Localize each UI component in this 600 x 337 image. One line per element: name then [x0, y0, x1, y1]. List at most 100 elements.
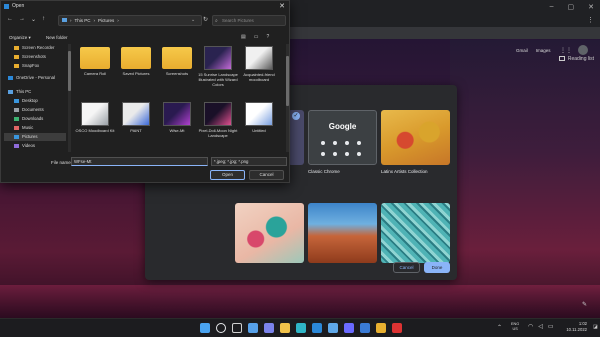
images-link[interactable]: Images [536, 48, 551, 53]
new-folder-button[interactable]: New folder [46, 35, 68, 40]
chevron-up-icon[interactable]: ⌃ [497, 324, 502, 331]
nav-item-snapfox[interactable]: SnapFox [4, 62, 66, 70]
preview-pane-icon[interactable]: ▭ [254, 34, 259, 40]
nav-item-videos[interactable]: Videos [4, 142, 66, 150]
recent-locations-icon[interactable]: ⌄ [31, 16, 36, 23]
windows-start-icon[interactable] [200, 323, 210, 333]
file-open-dialog: Open ✕ ← → ⌄ ↑ › This PC › Pictures › ⌄ … [0, 0, 290, 183]
file-name: Screenshots [165, 71, 189, 76]
file-item[interactable]: Untitled [239, 101, 279, 145]
cancel-button[interactable]: Cancel [249, 170, 284, 180]
classic-chrome-tile[interactable]: Google [308, 110, 377, 165]
language-indicator[interactable]: ENG US [511, 322, 519, 332]
back-arrow-icon[interactable]: ← [7, 16, 13, 23]
nav-item-label: Screenshots [22, 54, 46, 59]
background-tile-arch[interactable] [308, 203, 377, 263]
gmail-link[interactable]: Gmail [516, 48, 528, 53]
notes-icon[interactable] [344, 323, 354, 333]
nav-item-this-pc[interactable]: This PC [4, 88, 66, 96]
apps-grid-icon[interactable]: ⋮⋮ [560, 47, 572, 54]
file-explorer-icon[interactable] [280, 323, 290, 333]
task-view-icon[interactable] [232, 323, 242, 333]
volume-icon[interactable]: ◁ [538, 323, 543, 330]
image-thumbnail [245, 102, 273, 126]
app-icon[interactable] [392, 323, 402, 333]
help-icon[interactable]: ? [266, 34, 269, 40]
shortcut-dot-icon [357, 141, 361, 145]
file-name: Camera Roll [83, 71, 107, 76]
close-icon[interactable]: ✕ [588, 3, 594, 11]
nav-scrollbar-thumb[interactable] [68, 51, 71, 91]
open-button[interactable]: Open [210, 170, 245, 180]
chevron-down-icon[interactable]: ⌄ [191, 15, 195, 26]
clock[interactable]: 1:02 10.11.2022 [557, 321, 587, 333]
nav-item-music[interactable]: Music [4, 124, 66, 132]
nav-item-screen-recorder[interactable]: Screen Recorder [4, 44, 66, 52]
breadcrumb-this-pc[interactable]: This PC [75, 16, 91, 25]
edge-icon[interactable] [296, 323, 306, 333]
background-tile-flowers[interactable] [235, 203, 304, 263]
breadcrumb-separator: › [70, 18, 72, 23]
file-item[interactable]: Acquainted-friend moodboard [239, 45, 279, 89]
file-name-field[interactable]: WFse-Mt [71, 157, 208, 166]
background-tile-pattern[interactable] [381, 203, 450, 263]
file-name: Pixel-Doll-Moon Night Landscape [198, 128, 238, 138]
organize-menu[interactable]: Organize ▾ [9, 35, 31, 41]
taskbar: ⌃ ENG US ◠ ◁ ▭ 1:02 10.11.2022 ◪ [0, 318, 600, 337]
file-item[interactable]: 15 Sunrise Landscape Illustrated with Wi… [198, 45, 238, 89]
file-item[interactable]: Pixel-Doll-Moon Night Landscape [198, 101, 238, 145]
wifi-icon[interactable]: ◠ [528, 323, 533, 330]
nav-item-desktop[interactable]: Desktop [4, 97, 66, 105]
store-icon[interactable] [328, 323, 338, 333]
file-name: Saved Pictures [122, 71, 150, 76]
nav-item-screenshots[interactable]: Screenshots [4, 53, 66, 61]
minimize-icon[interactable]: – [550, 3, 554, 11]
nav-item-pictures[interactable]: Pictures [4, 133, 66, 141]
view-mode-icon[interactable]: ▤ [241, 34, 246, 40]
cancel-button[interactable]: Cancel [393, 262, 420, 273]
up-arrow-icon[interactable]: ↑ [42, 16, 45, 23]
mail-icon[interactable] [312, 323, 322, 333]
search-icon[interactable] [216, 323, 226, 333]
close-icon[interactable]: ✕ [279, 2, 285, 10]
maximize-icon[interactable]: ▢ [568, 3, 575, 11]
done-button[interactable]: Done [424, 262, 450, 273]
chrome-menu-icon[interactable]: ⋮ [587, 16, 594, 24]
nav-item-downloads[interactable]: Downloads [4, 115, 66, 123]
latinx-artists-tile[interactable] [381, 110, 450, 165]
widgets-icon[interactable] [248, 323, 258, 333]
nav-item-label: Music [22, 125, 34, 130]
folder-icon [14, 63, 19, 68]
file-item[interactable]: OSCO Moodboard Kit [75, 101, 115, 145]
image-thumbnail [245, 46, 273, 70]
teams-chat-icon[interactable] [264, 323, 274, 333]
search-input[interactable]: ⌕ Search Pictures [212, 15, 286, 26]
dialog-title-text: Open [12, 3, 25, 9]
battery-icon[interactable]: ▭ [548, 323, 554, 330]
nav-item-label: Downloads [22, 116, 44, 121]
address-bar[interactable]: › This PC › Pictures › [58, 15, 202, 26]
window-controls: – ▢ ✕ [550, 3, 594, 11]
nav-item-documents[interactable]: Documents [4, 106, 66, 114]
file-type-filter[interactable]: *.jpeg; *.jpg; *.png [211, 157, 287, 166]
nav-item-onedrive-personal[interactable]: OneDrive - Personal [4, 74, 66, 82]
file-item[interactable]: Wfse-Mt [157, 101, 197, 145]
notification-icon[interactable]: ◪ [593, 324, 598, 330]
forward-arrow-icon[interactable]: → [19, 16, 25, 23]
file-item[interactable]: Saved Pictures [116, 45, 156, 89]
file-name: Untitled [252, 128, 266, 133]
calendar-icon[interactable] [360, 323, 370, 333]
breadcrumb-pictures[interactable]: Pictures [98, 16, 114, 25]
file-item[interactable]: Screenshots [157, 45, 197, 89]
customize-pen-icon[interactable]: ✎ [582, 301, 587, 308]
files-scrollbar-thumb[interactable] [286, 56, 289, 106]
file-name: 15 Sunrise Landscape Illustrated with Wi… [198, 72, 238, 87]
chrome-icon[interactable] [376, 323, 386, 333]
reading-list-button[interactable]: Reading list [558, 56, 594, 62]
shortcut-dot-icon [333, 141, 337, 145]
avatar[interactable] [578, 45, 588, 55]
search-placeholder: Search Pictures [222, 18, 254, 23]
file-item[interactable]: Camera Roll [75, 45, 115, 89]
file-item[interactable]: PAINT [116, 101, 156, 145]
refresh-icon[interactable]: ↻ [203, 15, 208, 26]
